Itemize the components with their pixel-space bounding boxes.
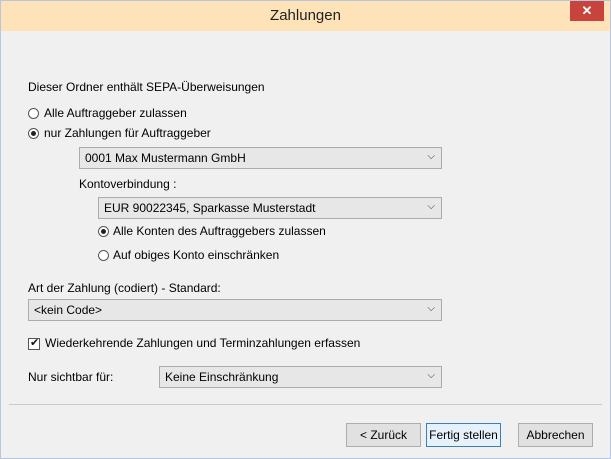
recurring-checkbox[interactable]: ✔: [28, 337, 40, 350]
visibility-select[interactable]: Keine Einschränkung ⌵: [159, 366, 442, 388]
check-icon: ✔: [30, 337, 40, 349]
konto-select-value: EUR 90022345, Sparkasse Musterstadt: [104, 201, 316, 215]
chevron-down-icon: ⌵: [427, 370, 435, 381]
dialog-content: Dieser Ordner enthält SEPA-Überweisungen…: [9, 31, 602, 452]
cancel-button[interactable]: Abbrechen: [518, 423, 593, 447]
radio-restrict-account-label[interactable]: Auf obiges Konto einschränken: [113, 248, 279, 262]
radio-all-accounts-label[interactable]: Alle Konten des Auftraggebers zulassen: [113, 224, 326, 238]
auftraggeber-select-value: 0001 Max Mustermann GmbH: [85, 151, 246, 165]
payment-type-label: Art der Zahlung (codiert) - Standard:: [28, 281, 221, 295]
payment-type-select-value: <kein Code>: [34, 303, 103, 317]
radio-only-auftraggeber-label[interactable]: nur Zahlungen für Auftraggeber: [44, 126, 211, 140]
close-icon: ✕: [581, 3, 593, 18]
chevron-down-icon: ⌵: [427, 151, 435, 162]
kontoverbindung-label: Kontoverbindung :: [79, 177, 177, 191]
radio-all-auftraggeber[interactable]: [28, 108, 39, 119]
auftraggeber-select[interactable]: 0001 Max Mustermann GmbH ⌵: [79, 147, 442, 169]
bottom-divider: [9, 404, 602, 405]
chevron-down-icon: ⌵: [427, 201, 435, 212]
close-button[interactable]: ✕: [570, 1, 604, 21]
radio-only-auftraggeber[interactable]: [28, 128, 39, 139]
title-bar[interactable]: Zahlungen ✕: [1, 1, 610, 31]
chevron-down-icon: ⌵: [427, 303, 435, 314]
radio-all-accounts[interactable]: [98, 226, 109, 237]
back-button[interactable]: < Zurück: [346, 423, 421, 447]
finish-button[interactable]: Fertig stellen: [426, 423, 501, 447]
visibility-select-value: Keine Einschränkung: [165, 370, 279, 384]
intro-text: Dieser Ordner enthält SEPA-Überweisungen: [28, 80, 265, 94]
payment-type-select[interactable]: <kein Code> ⌵: [28, 299, 442, 321]
recurring-label[interactable]: Wiederkehrende Zahlungen und Terminzahlu…: [45, 336, 360, 350]
dialog-window: Zahlungen ✕ Dieser Ordner enthält SEPA-Ü…: [0, 0, 611, 459]
konto-select[interactable]: EUR 90022345, Sparkasse Musterstadt ⌵: [98, 197, 442, 219]
radio-all-auftraggeber-label[interactable]: Alle Auftraggeber zulassen: [44, 106, 187, 120]
visibility-label: Nur sichtbar für:: [28, 370, 114, 384]
window-title: Zahlungen: [270, 7, 341, 24]
radio-restrict-account[interactable]: [98, 250, 109, 261]
